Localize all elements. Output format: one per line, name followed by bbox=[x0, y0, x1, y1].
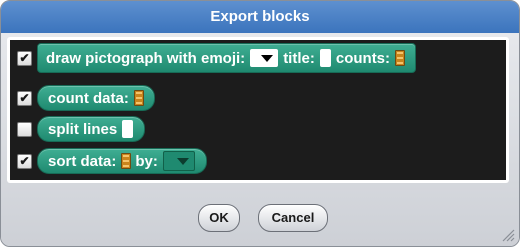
block-checkbox[interactable]: ✔ bbox=[17, 50, 32, 66]
export-blocks-dialog: Export blocks ✔ draw pictograph with emo… bbox=[0, 0, 520, 247]
list-icon bbox=[395, 50, 406, 66]
dropdown-slot[interactable] bbox=[162, 151, 195, 171]
reporter-block[interactable]: split lines bbox=[37, 116, 146, 142]
block-row-split-lines: split lines bbox=[10, 116, 146, 142]
dropdown-arrow-icon bbox=[261, 55, 274, 62]
block-row-sort-data: ✔ sort data: by: bbox=[10, 148, 207, 174]
block-row-count-data: ✔ count data: bbox=[10, 85, 155, 111]
dropdown-slot[interactable] bbox=[250, 49, 279, 67]
block-checkbox[interactable]: ✔ bbox=[17, 153, 32, 169]
block-label-text: draw pictograph with emoji: bbox=[46, 49, 246, 67]
dialog-body: ✔ draw pictograph with emoji: title: cou… bbox=[1, 33, 519, 246]
blocks-list: ✔ draw pictograph with emoji: title: cou… bbox=[10, 40, 506, 180]
text-input-slot[interactable] bbox=[122, 120, 134, 138]
resize-handle-icon[interactable] bbox=[499, 226, 515, 242]
reporter-block[interactable]: sort data: by: bbox=[37, 148, 207, 174]
block-label-text: sort data: bbox=[48, 152, 117, 170]
cancel-button[interactable]: Cancel bbox=[258, 204, 328, 232]
ok-button[interactable]: OK bbox=[198, 204, 240, 232]
custom-block[interactable]: draw pictograph with emoji: title: count… bbox=[37, 43, 417, 73]
block-checkbox[interactable]: ✔ bbox=[17, 90, 32, 106]
block-label-text: counts: bbox=[335, 49, 391, 67]
text-input-slot[interactable] bbox=[319, 49, 331, 67]
block-label-text: count data: bbox=[48, 89, 129, 107]
dialog-title: Export blocks bbox=[1, 1, 519, 33]
block-label-text: title: bbox=[283, 49, 315, 67]
block-label-text: split lines bbox=[48, 120, 118, 138]
list-icon bbox=[121, 153, 132, 169]
block-row-draw-pictograph: ✔ draw pictograph with emoji: title: cou… bbox=[10, 43, 417, 73]
list-icon bbox=[133, 90, 144, 106]
block-label-text: by: bbox=[135, 152, 158, 170]
block-checkbox[interactable] bbox=[17, 121, 32, 137]
reporter-block[interactable]: count data: bbox=[37, 85, 155, 111]
dropdown-arrow-icon bbox=[176, 158, 189, 165]
